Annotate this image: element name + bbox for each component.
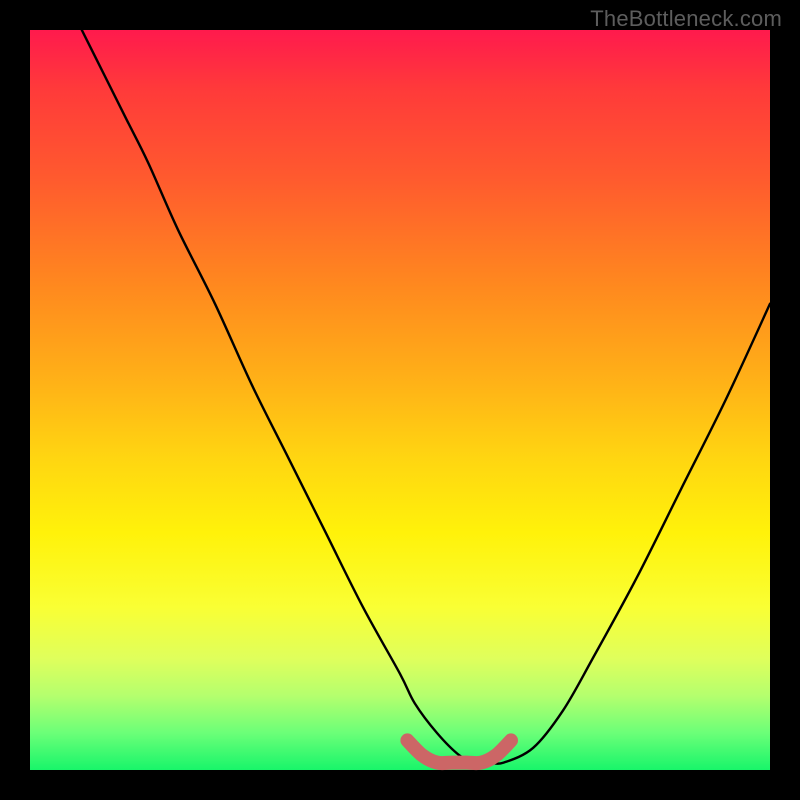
bottleneck-curve [82,30,770,764]
watermark-text: TheBottleneck.com [590,6,782,32]
plot-area [30,30,770,770]
chart-frame: TheBottleneck.com [0,0,800,800]
curve-svg [30,30,770,770]
sweet-spot-band [407,740,511,763]
